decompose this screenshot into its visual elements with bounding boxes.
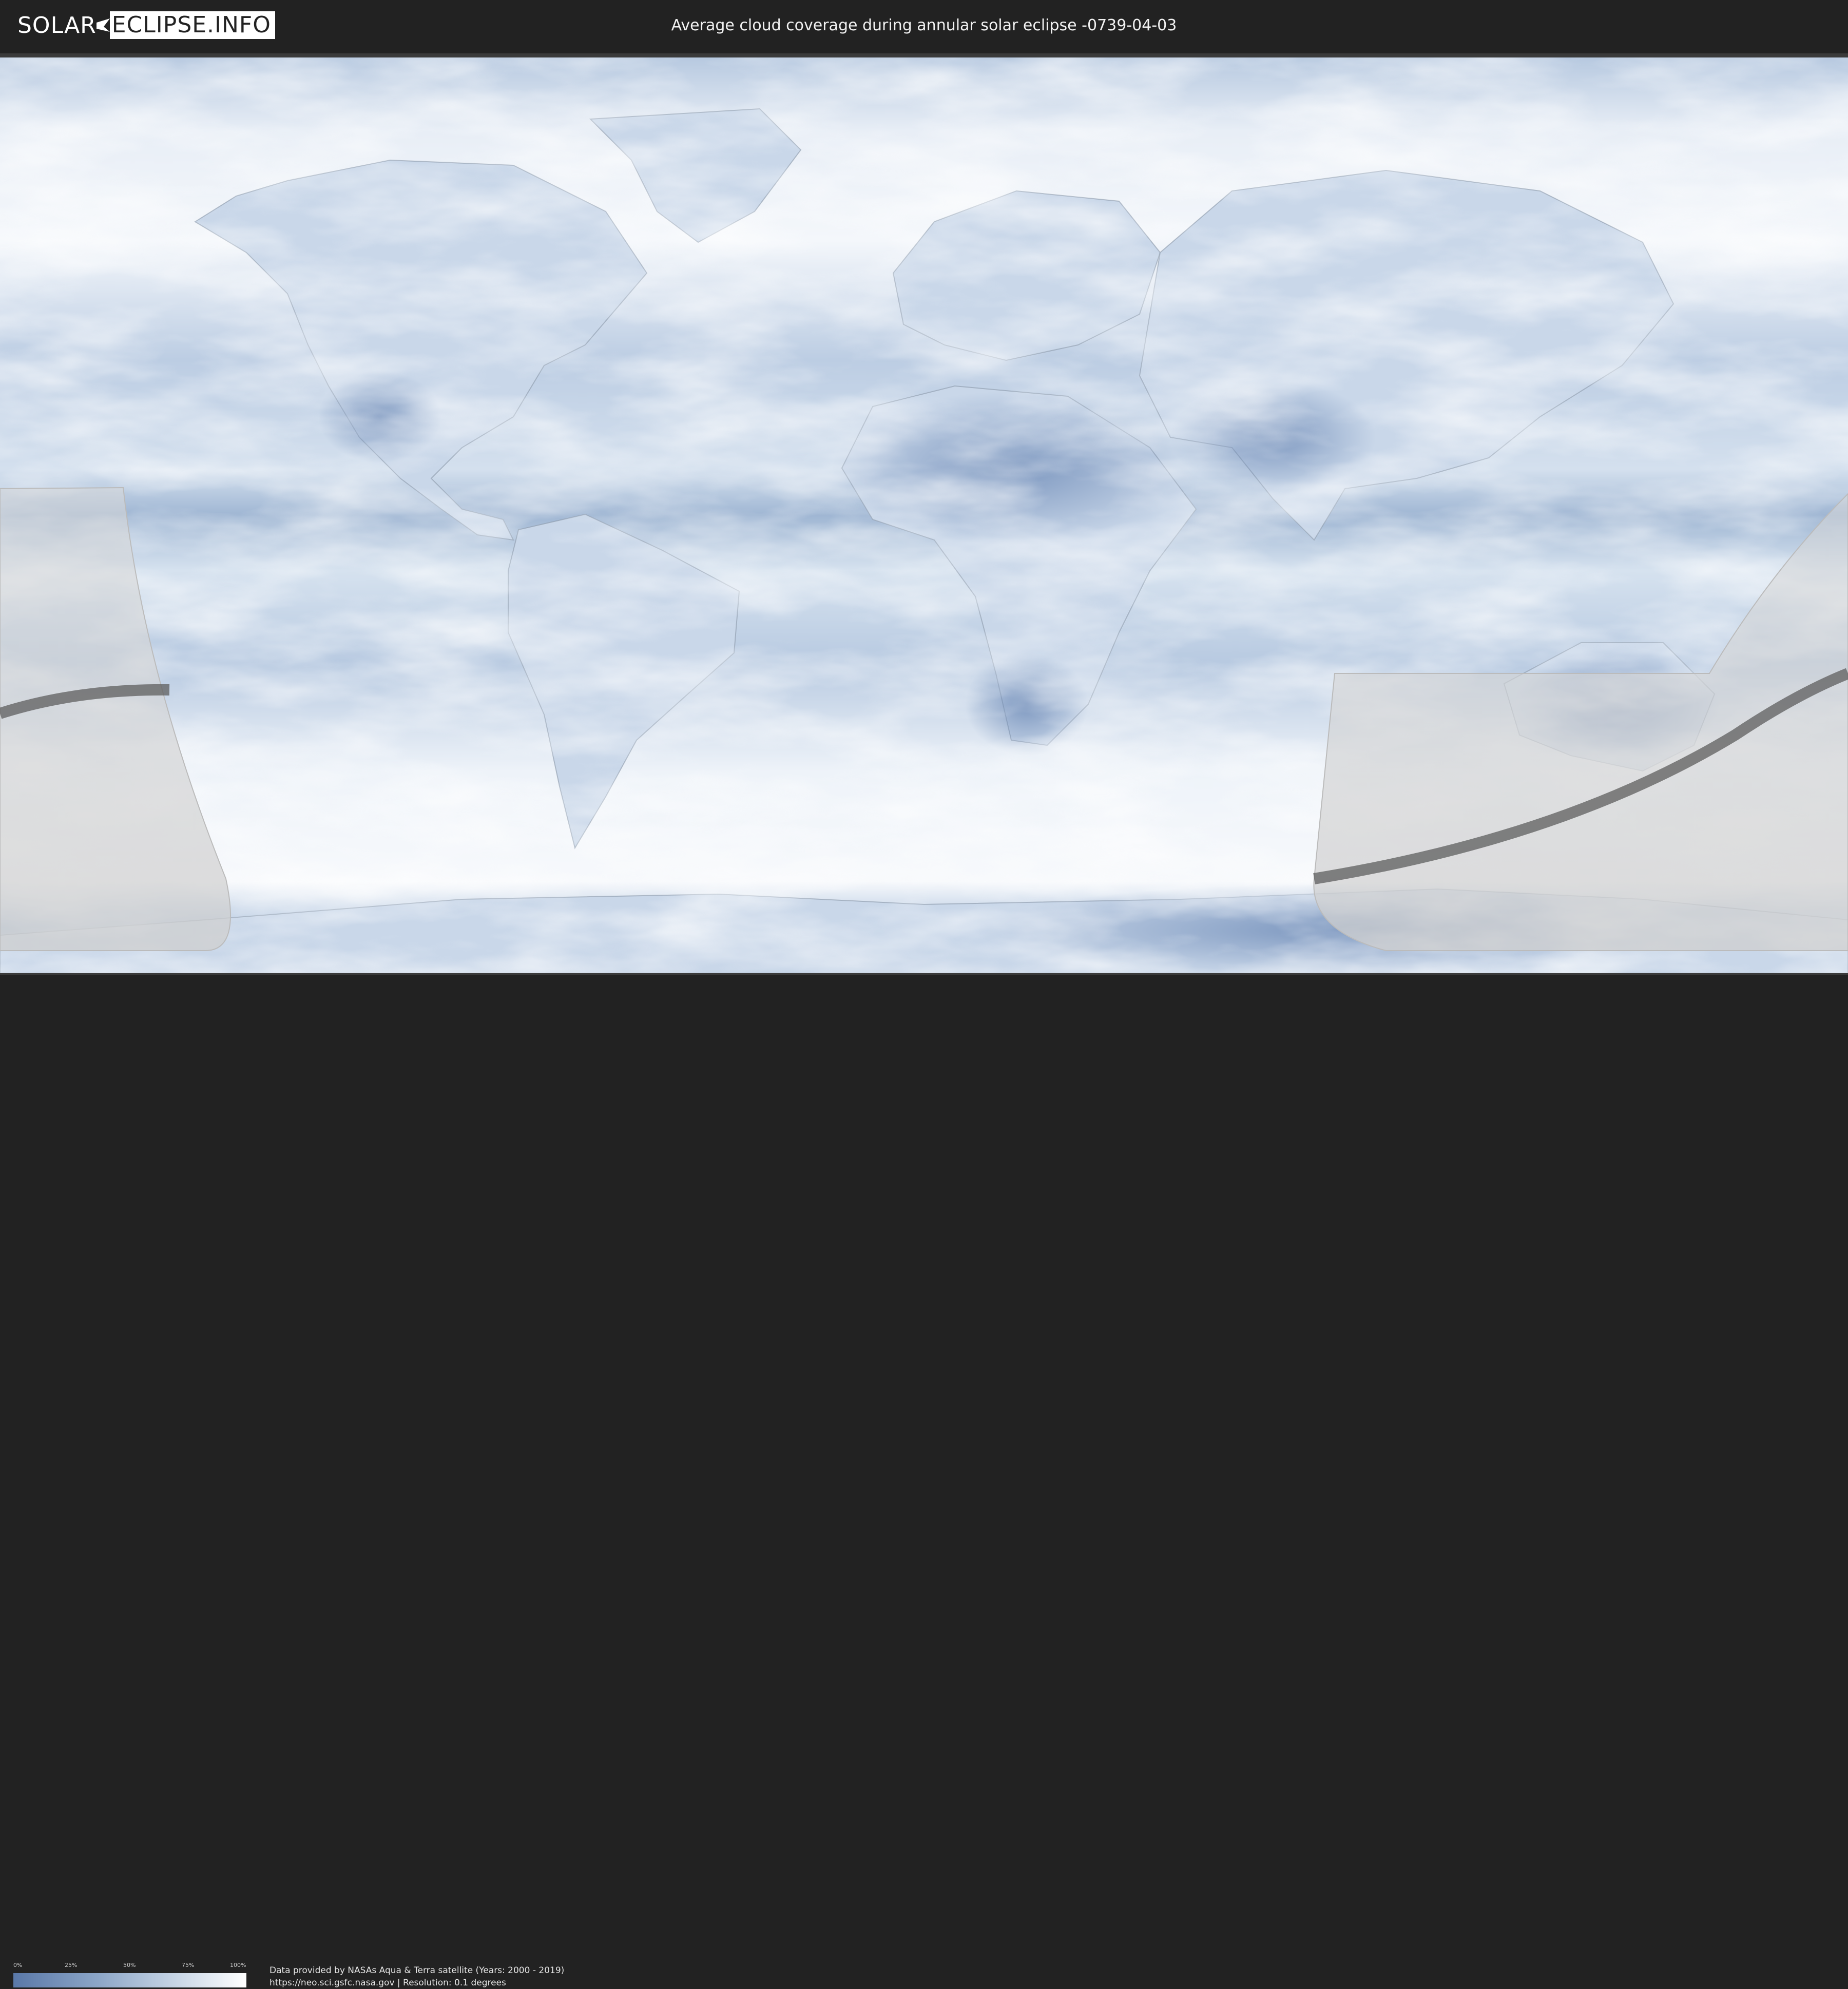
legend-tick-75: 75% [182,1962,195,1968]
credits-line-1: Data provided by NASAs Aqua & Terra sate… [270,1965,565,1976]
legend-tick-25: 25% [65,1962,78,1968]
legend-tick-50: 50% [123,1962,136,1968]
credits-line-2: https://neo.sci.gsfc.nasa.gov | Resoluti… [270,1978,506,1988]
page-title: Average cloud coverage during annular so… [671,16,1177,34]
legend-color-bar [13,1973,246,1987]
legend-tick-100: 100% [230,1962,246,1968]
top-bar: SOLAR ECLIPSE.INFO Average cloud coverag… [0,0,1848,51]
cloud-coverage-legend: 0% 25% 50% 75% 100% [13,1962,246,1987]
legend-ticks: 0% 25% 50% 75% 100% [13,1962,246,1970]
bottom-bar: 0% 25% 50% 75% 100% Data provided by NAS… [0,975,1848,1988]
data-credits: Data provided by NASAs Aqua & Terra sate… [270,1964,564,1989]
legend-tick-0: 0% [13,1962,23,1968]
cloud-coverage-map[interactable] [0,57,1848,973]
